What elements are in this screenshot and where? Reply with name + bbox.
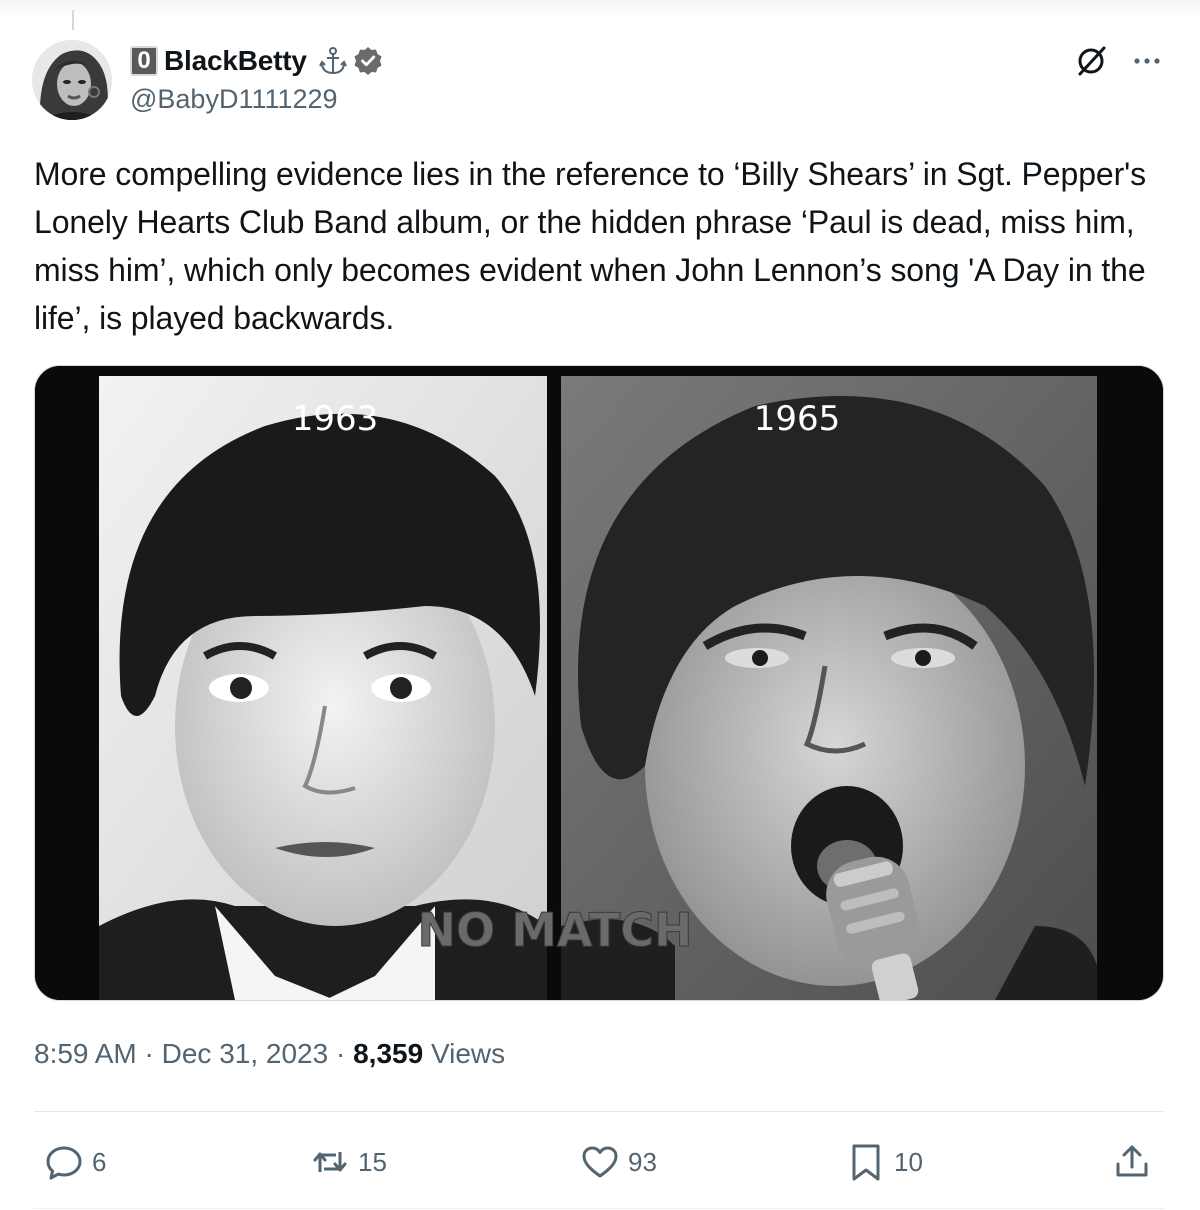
top-fade (0, 0, 1200, 20)
views-label: Views (430, 1038, 506, 1069)
like-button[interactable]: 93 (580, 1140, 657, 1184)
name-badge: 0 (130, 46, 158, 76)
verified-icon[interactable] (353, 46, 383, 76)
reply-count: 6 (92, 1146, 107, 1177)
repost-count: 15 (358, 1146, 387, 1177)
bookmark-button[interactable]: 10 (846, 1140, 923, 1184)
grok-icon[interactable] (1074, 44, 1108, 78)
label-1963: 1963 (292, 399, 379, 439)
post-meta: 8:59 AM · Dec 31, 2023 · 8,359 Views (34, 1038, 505, 1070)
display-name[interactable]: BlackBetty (164, 45, 307, 77)
views-count: 8,359 (353, 1038, 424, 1069)
avatar[interactable] (32, 40, 112, 120)
more-icon[interactable] (1130, 46, 1164, 76)
anchor-icon (317, 45, 349, 77)
no-match-overlay: NO MATCH (417, 903, 692, 957)
heart-icon (582, 1146, 618, 1178)
like-count: 93 (628, 1146, 657, 1177)
bookmark-count: 10 (894, 1146, 923, 1177)
author-name-row: 0 BlackBetty (130, 44, 383, 78)
post-time[interactable]: 8:59 AM (34, 1038, 137, 1069)
share-button[interactable] (1112, 1140, 1152, 1184)
post-text: More compelling evidence lies in the ref… (34, 156, 1147, 336)
meta-separator-2: · (335, 1038, 346, 1069)
divider (34, 1111, 1164, 1112)
bookmark-icon (852, 1144, 880, 1181)
post-image[interactable]: 1963 1965 NO MATCH (34, 365, 1164, 1001)
label-1965: 1965 (754, 399, 841, 439)
post-date[interactable]: Dec 31, 2023 (162, 1038, 329, 1069)
share-icon (1116, 1145, 1148, 1177)
repost-button[interactable]: 15 (310, 1140, 387, 1184)
bottom-divider (34, 1208, 1164, 1209)
thread-line (72, 10, 74, 30)
author-handle[interactable]: @BabyD1111229 (130, 84, 338, 115)
repost-icon (313, 1152, 347, 1172)
reply-icon (46, 1146, 82, 1180)
meta-separator: · (144, 1038, 154, 1069)
reply-button[interactable]: 6 (44, 1140, 106, 1184)
